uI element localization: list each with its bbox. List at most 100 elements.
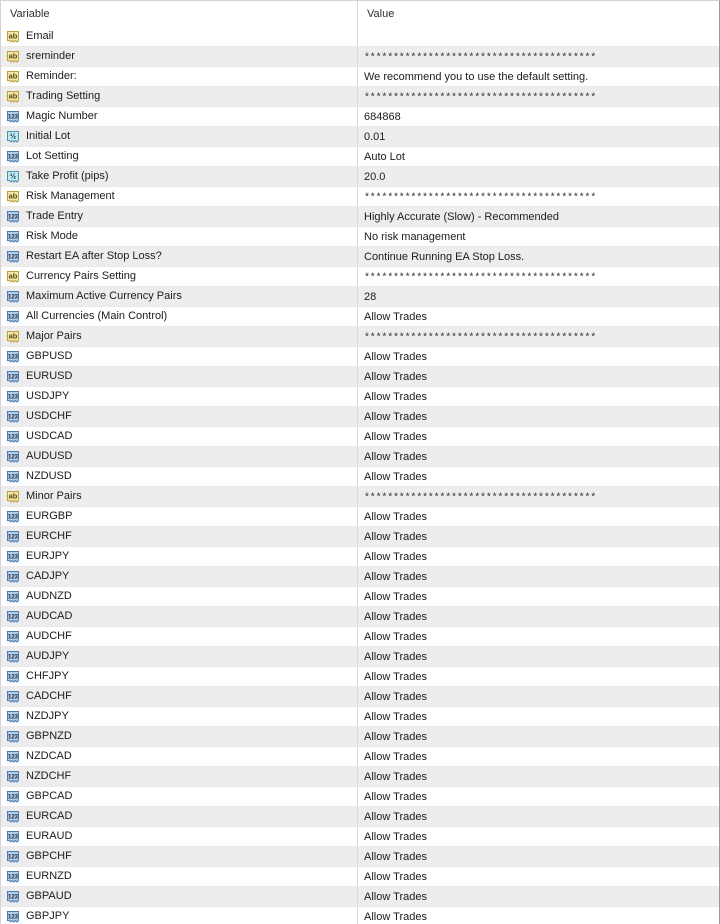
variable-cell[interactable]: 123CADCHF [1,687,358,706]
value-cell[interactable]: Allow Trades [358,707,719,726]
table-row[interactable]: 123GBPCHFAllow Trades [1,847,719,867]
value-cell[interactable]: Allow Trades [358,507,719,526]
value-cell[interactable]: Allow Trades [358,547,719,566]
table-row[interactable]: abEmail [1,27,719,47]
table-row[interactable]: abTrading Setting***********************… [1,87,719,107]
value-cell[interactable]: Allow Trades [358,687,719,706]
table-row[interactable]: 123EURGBPAllow Trades [1,507,719,527]
table-row[interactable]: 123EURAUDAllow Trades [1,827,719,847]
variable-cell[interactable]: 123Lot Setting [1,147,358,166]
column-header-variable[interactable]: Variable [1,1,358,27]
value-cell[interactable]: 20.0 [358,167,719,186]
value-cell[interactable]: Allow Trades [358,467,719,486]
variable-cell[interactable]: 123NZDJPY [1,707,358,726]
variable-cell[interactable]: 123EURAUD [1,827,358,846]
table-row[interactable]: 123CADJPYAllow Trades [1,567,719,587]
value-cell[interactable]: Allow Trades [358,647,719,666]
variable-cell[interactable]: 123CADJPY [1,567,358,586]
table-row[interactable]: 123EURNZDAllow Trades [1,867,719,887]
value-cell[interactable]: Allow Trades [358,427,719,446]
table-row[interactable]: abReminder:We recommend you to use the d… [1,67,719,87]
variable-cell[interactable]: 123GBPUSD [1,347,358,366]
variable-cell[interactable]: 123AUDUSD [1,447,358,466]
variable-cell[interactable]: 123USDCAD [1,427,358,446]
variable-cell[interactable]: 123GBPCHF [1,847,358,866]
value-cell[interactable]: Allow Trades [358,847,719,866]
section-separator-value[interactable]: **************************************** [358,87,719,106]
value-cell[interactable]: Allow Trades [358,387,719,406]
variable-cell[interactable]: ½Take Profit (pips) [1,167,358,186]
variable-cell[interactable]: 123EURNZD [1,867,358,886]
value-cell[interactable]: No risk management [358,227,719,246]
variable-cell[interactable]: 123GBPCAD [1,787,358,806]
variable-cell[interactable]: 123All Currencies (Main Control) [1,307,358,326]
table-row[interactable]: 123AUDJPYAllow Trades [1,647,719,667]
value-cell[interactable]: Allow Trades [358,367,719,386]
value-cell[interactable] [358,27,719,46]
table-row[interactable]: abMajor Pairs***************************… [1,327,719,347]
value-cell[interactable]: 684868 [358,107,719,126]
table-row[interactable]: abRisk Management***********************… [1,187,719,207]
table-row[interactable]: absreminder*****************************… [1,47,719,67]
table-row[interactable]: 123EURCHFAllow Trades [1,527,719,547]
section-separator-value[interactable]: **************************************** [358,487,719,506]
value-cell[interactable]: Allow Trades [358,447,719,466]
value-cell[interactable]: Allow Trades [358,307,719,326]
value-cell[interactable]: We recommend you to use the default sett… [358,67,719,86]
value-cell[interactable]: Allow Trades [358,747,719,766]
table-row[interactable]: 123AUDNZDAllow Trades [1,587,719,607]
table-row[interactable]: 123Magic Number684868 [1,107,719,127]
section-separator-value[interactable]: **************************************** [358,187,719,206]
column-header-value[interactable]: Value [358,1,719,27]
variable-cell[interactable]: abReminder: [1,67,358,86]
table-row[interactable]: abMinor Pairs***************************… [1,487,719,507]
variable-cell[interactable]: 123USDJPY [1,387,358,406]
value-cell[interactable]: Allow Trades [358,887,719,906]
variable-cell[interactable]: 123AUDJPY [1,647,358,666]
value-cell[interactable]: 0.01 [358,127,719,146]
variable-cell[interactable]: 123Trade Entry [1,207,358,226]
table-row[interactable]: ½Take Profit (pips)20.0 [1,167,719,187]
variable-cell[interactable]: 123NZDCAD [1,747,358,766]
table-row[interactable]: 123EURCADAllow Trades [1,807,719,827]
table-row[interactable]: 123USDCHFAllow Trades [1,407,719,427]
table-row[interactable]: 123EURUSDAllow Trades [1,367,719,387]
variable-cell[interactable]: 123Magic Number [1,107,358,126]
variable-cell[interactable]: 123USDCHF [1,407,358,426]
variable-cell[interactable]: 123EURCHF [1,527,358,546]
value-cell[interactable]: Auto Lot [358,147,719,166]
table-row[interactable]: 123CHFJPYAllow Trades [1,667,719,687]
table-row[interactable]: 123GBPNZDAllow Trades [1,727,719,747]
value-cell[interactable]: Allow Trades [358,787,719,806]
value-cell[interactable]: Continue Running EA Stop Loss. [358,247,719,266]
table-row[interactable]: 123NZDUSDAllow Trades [1,467,719,487]
table-row[interactable]: 123NZDJPYAllow Trades [1,707,719,727]
section-separator-value[interactable]: **************************************** [358,327,719,346]
table-row[interactable]: 123GBPCADAllow Trades [1,787,719,807]
value-cell[interactable]: Allow Trades [358,767,719,786]
table-row[interactable]: 123All Currencies (Main Control)Allow Tr… [1,307,719,327]
value-cell[interactable]: 28 [358,287,719,306]
table-row[interactable]: 123USDCADAllow Trades [1,427,719,447]
variable-cell[interactable]: 123EURUSD [1,367,358,386]
variable-cell[interactable]: abMajor Pairs [1,327,358,346]
table-row[interactable]: 123AUDCADAllow Trades [1,607,719,627]
variable-cell[interactable]: 123EURJPY [1,547,358,566]
variable-cell[interactable]: 123EURGBP [1,507,358,526]
variable-cell[interactable]: 123GBPAUD [1,887,358,906]
table-row[interactable]: 123CADCHFAllow Trades [1,687,719,707]
value-cell[interactable]: Allow Trades [358,827,719,846]
variable-cell[interactable]: abMinor Pairs [1,487,358,506]
table-row[interactable]: 123Trade EntryHighly Accurate (Slow) - R… [1,207,719,227]
variable-cell[interactable]: 123GBPJPY [1,907,358,924]
variable-cell[interactable]: 123AUDCAD [1,607,358,626]
table-row[interactable]: 123NZDCADAllow Trades [1,747,719,767]
variable-cell[interactable]: ½Initial Lot [1,127,358,146]
variable-cell[interactable]: 123GBPNZD [1,727,358,746]
variable-cell[interactable]: 123NZDUSD [1,467,358,486]
value-cell[interactable]: Allow Trades [358,667,719,686]
variable-cell[interactable]: abCurrency Pairs Setting [1,267,358,286]
table-row[interactable]: 123USDJPYAllow Trades [1,387,719,407]
variable-cell[interactable]: 123EURCAD [1,807,358,826]
variable-cell[interactable]: 123CHFJPY [1,667,358,686]
